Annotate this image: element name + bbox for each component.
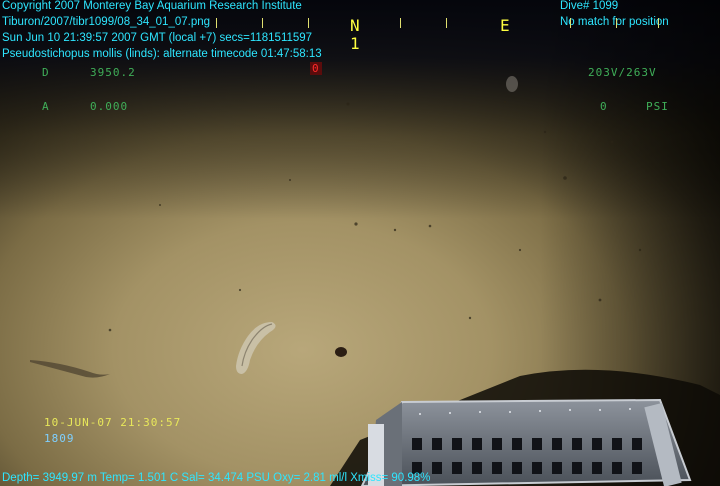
compass-tick <box>616 18 617 28</box>
heading-digit: 1 <box>350 34 360 53</box>
compass-north: N <box>350 16 360 35</box>
filename-text: Tiburon/2007/tibr1099/08_34_01_07.png <box>2 16 211 28</box>
record-indicator: 0 <box>310 62 322 75</box>
datetime-text: Sun Jun 10 21:39:57 2007 GMT (local +7) … <box>2 32 313 44</box>
depth-label: D <box>42 66 50 79</box>
pressure-unit: PSI <box>646 100 669 113</box>
sensor-readout: Depth= 3949.97 m Temp= 1.501 C Sal= 34.4… <box>2 472 431 484</box>
video-frame: Copyright 2007 Monterey Bay Aquarium Res… <box>0 0 720 486</box>
compass-tick <box>308 18 309 28</box>
compass-tick <box>216 18 217 28</box>
altitude-label: A <box>42 100 50 113</box>
compass-tick <box>658 18 659 28</box>
dark-object <box>335 347 347 357</box>
compass-tick <box>400 18 401 28</box>
compass-tick <box>262 18 263 28</box>
video-timestamp: 10-JUN-07 21:30:57 <box>44 416 182 429</box>
dive-number: Dive# 1099 <box>560 0 619 12</box>
frame-id: 1809 <box>44 432 75 445</box>
depth-value: 3950.2 <box>90 66 136 79</box>
altitude-value: 0.000 <box>90 100 129 113</box>
voltage-readout: 203V/263V <box>588 66 657 79</box>
compass-east: E <box>500 16 510 35</box>
annotation-text: Pseudostichopus mollis (linds): alternat… <box>2 48 322 60</box>
compass-tick <box>446 18 447 28</box>
position-status: No match for position <box>560 16 669 28</box>
copyright-text: Copyright 2007 Monterey Bay Aquarium Res… <box>2 0 302 12</box>
rock <box>506 76 518 92</box>
compass-tick <box>570 18 571 28</box>
pressure-label: 0 <box>600 100 608 113</box>
